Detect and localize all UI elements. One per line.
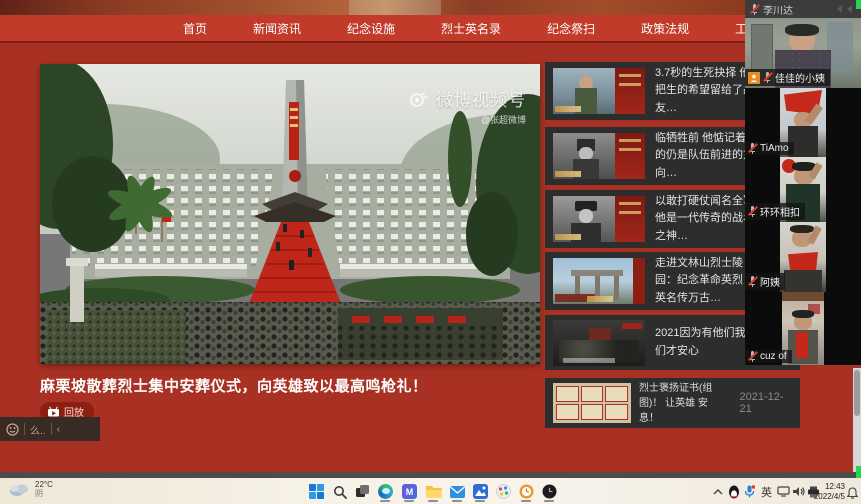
playlist-title: 烈士褒扬证书(组图)！ 让英雄 安息！ (639, 381, 728, 426)
toolbar-glyphs[interactable]: 么.. (30, 422, 46, 437)
playlist-title: 2021因为有他们我们才安心 (655, 325, 755, 359)
participant-name: cuz of (760, 351, 787, 362)
weather-desc: 阴 (35, 489, 53, 498)
screen-share-border (856, 0, 861, 9)
weibo-eye-icon (408, 91, 430, 107)
playlist-thumbnail (553, 68, 645, 114)
participant-tile-4[interactable]: 阿姨 (745, 222, 861, 292)
ime-label: 英 (761, 484, 772, 500)
photos-icon[interactable] (472, 483, 489, 500)
toolbar-divider (51, 423, 52, 435)
nav-item-memorial-facilities[interactable]: 纪念设施 (324, 15, 418, 41)
mic-muted-icon (750, 4, 759, 15)
meeting-header[interactable]: 李川达 (745, 0, 861, 18)
nav-item-policies[interactable]: 政策法规 (618, 15, 712, 41)
playlist-item-6[interactable]: 烈士褒扬证书(组图)！ 让英雄 安息！ 2021-12-21 (545, 378, 800, 428)
clock-time: 12:43 (814, 482, 845, 492)
mic-muted-icon (763, 72, 772, 83)
ime-indicator[interactable]: 英 (759, 484, 774, 499)
playlist-thumbnail (553, 196, 645, 242)
playlist-thumbnail (553, 320, 645, 366)
mic-muted-icon (748, 143, 757, 154)
participant-tile-1[interactable]: 佳佳的小姨 (745, 18, 861, 88)
playlist-title: 以敢打硬仗闻名全军 他是一代传奇的战斗之神… (655, 193, 755, 244)
meeting-float-toolbar[interactable]: 么.. ‹ (0, 417, 100, 441)
mic-muted-icon (748, 276, 757, 287)
clock-date: 2022/4/5 (814, 492, 845, 502)
navbar-divider (0, 41, 861, 43)
nav-item-martyr-roll[interactable]: 烈士英名录 (418, 15, 524, 41)
task-view-icon[interactable] (354, 483, 371, 500)
collapse-chevron-icon[interactable]: ‹ (57, 424, 60, 435)
start-button[interactable] (308, 483, 325, 500)
main-navbar: 首页 新闻资讯 纪念设施 烈士英名录 纪念祭扫 政策法规 工作动态 视频直播 (0, 15, 861, 41)
mail-icon[interactable] (449, 483, 466, 500)
playlist-thumbnail (553, 258, 645, 304)
participant-name: 环环相扣 (760, 204, 800, 219)
emoji-reaction-icon[interactable] (6, 423, 19, 436)
presenter-icon (748, 72, 760, 84)
meeting-app-icon[interactable]: M (401, 483, 418, 500)
tv-icon (47, 406, 60, 417)
scrollbar-thumb[interactable] (854, 370, 860, 416)
watermark: 微博视频号 @张超微博 (408, 86, 526, 126)
paint-icon[interactable] (495, 483, 512, 500)
taskbar-clock[interactable]: 12:43 2022/4/5 (814, 482, 845, 503)
notification-bell-icon[interactable] (845, 485, 860, 500)
clock-app-icon[interactable] (541, 483, 558, 500)
volume-icon[interactable] (791, 484, 806, 499)
participant-label: 阿姨 (745, 273, 785, 290)
video-player[interactable]: 微博视频号 @张超微博 (40, 64, 540, 364)
qq-icon[interactable] (726, 484, 741, 499)
screen-share-border (856, 466, 861, 478)
alarm-app-icon[interactable] (518, 483, 535, 500)
search-icon[interactable] (331, 483, 348, 500)
nav-item-memorial-sweep[interactable]: 纪念祭扫 (524, 15, 618, 41)
nav-item-news[interactable]: 新闻资讯 (230, 15, 324, 41)
participant-tile-2[interactable]: TiAmo (745, 88, 861, 157)
participant-label: 环环相扣 (745, 203, 805, 220)
mic-muted-icon (748, 351, 757, 362)
cloud-icon (8, 482, 30, 497)
file-explorer-icon[interactable] (425, 483, 442, 500)
participant-label: 佳佳的小姨 (745, 69, 830, 86)
participant-name: 李川达 (763, 2, 830, 17)
camera-off-icon (834, 4, 856, 14)
certificates-thumbnail (553, 383, 631, 423)
nav-item-home[interactable]: 首页 (160, 15, 230, 41)
playlist-title: 走进文林山烈士陵园：纪念革命英烈 英名传万古… (655, 255, 755, 306)
watermark-handle: @张超微博 (408, 113, 526, 126)
playlist-title: 临牺牲前 他惦记着的仍是队伍前进的方向… (655, 130, 755, 181)
network-icon[interactable] (776, 484, 791, 499)
participant-tile-5[interactable]: cuz of (745, 292, 861, 365)
participant-name: 阿姨 (760, 274, 780, 289)
participant-tile-3[interactable]: 环环相扣 (745, 157, 861, 222)
participant-label: cuz of (745, 350, 792, 363)
participant-label: TiAmo (745, 142, 794, 155)
vertical-scrollbar[interactable] (853, 368, 861, 472)
participant-name: TiAmo (760, 143, 789, 154)
participant-name: 佳佳的小姨 (775, 70, 825, 85)
weather-widget[interactable]: 22°C 阴 (8, 480, 53, 498)
banner-artwork (349, 0, 441, 15)
playlist-date: 2021-12-21 (740, 391, 792, 415)
screen: 首页 新闻资讯 纪念设施 烈士英名录 纪念祭扫 政策法规 工作动态 视频直播 (0, 0, 861, 504)
video-caption: 麻栗坡散葬烈士集中安葬仪式，向英雄致以最高鸣枪礼！ (40, 375, 560, 396)
playlist-thumbnail (553, 133, 645, 179)
watermark-title: 微博视频号 (436, 86, 526, 111)
playlist-title: 3.7秒的生死抉择 他把生的希望留给了战友… (655, 65, 755, 116)
meeting-panel: 李川达 佳佳的小姨 (745, 0, 861, 365)
mic-muted-icon (748, 206, 757, 217)
edge-icon[interactable] (377, 483, 394, 500)
tray-chevron-icon[interactable] (710, 484, 725, 499)
toolbar-divider (24, 423, 25, 435)
voice-call-icon[interactable] (742, 484, 757, 499)
weather-temp: 22°C (35, 480, 53, 489)
